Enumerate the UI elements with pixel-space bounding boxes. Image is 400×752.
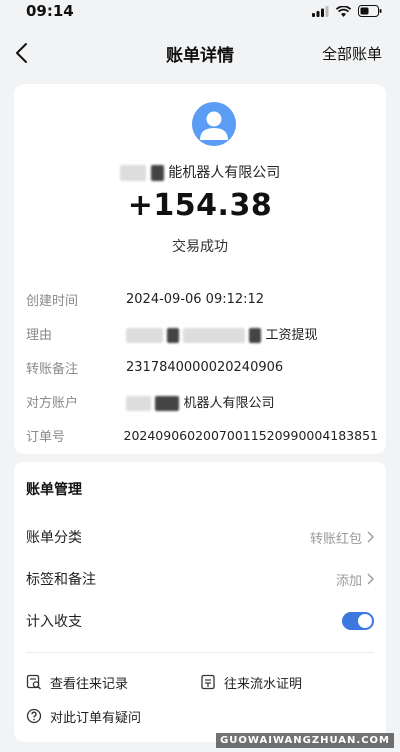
tags-notes-value-group: 添加 [336, 570, 374, 589]
detail-value-text: 机器人有限公司 [183, 395, 275, 411]
detail-value: ■■■ ■ ■■■■■ ■ 工资提现 [126, 324, 317, 343]
wifi-icon [336, 5, 351, 17]
toggle-knob [358, 614, 372, 628]
bill-category-label: 账单分类 [26, 530, 82, 546]
bill-category-row[interactable]: 账单分类 转账红包 [26, 516, 374, 558]
detail-label: 转账备注 [26, 361, 79, 377]
order-question-label: 对此订单有疑问 [50, 710, 142, 726]
status-icons [312, 5, 382, 17]
redacted-block: ■ [150, 165, 164, 181]
bill-category-value: 转账红包 [309, 531, 362, 547]
detail-label: 订单号 [26, 429, 66, 445]
redacted-block: ■ [167, 327, 180, 343]
detail-row: 理由 ■■■ ■ ■■■■■ ■ 工资提现 [26, 316, 378, 350]
order-question-link[interactable]: 对此订单有疑问 [26, 707, 141, 726]
detail-value-text: 工资提现 [265, 327, 318, 343]
income-expense-label: 计入收支 [26, 614, 82, 630]
transaction-proof-label: 往来流水证明 [224, 676, 303, 692]
view-history-label: 查看往来记录 [50, 676, 129, 692]
detail-label: 理由 [26, 327, 53, 343]
status-time: 09:14 [26, 2, 74, 20]
tags-notes-row[interactable]: 标签和备注 添加 [26, 558, 374, 600]
tags-notes-value: 添加 [335, 573, 362, 589]
section-title: 账单管理 [26, 482, 82, 498]
detail-row: 订单号 20240906020070011520990004183851 [26, 418, 378, 452]
status-bar: 09:14 [0, 0, 400, 22]
detail-list: 创建时间 2024-09-06 09:12:12 理由 ■■■ ■ ■■■■■ … [26, 282, 378, 452]
income-expense-row: 计入收支 [26, 600, 374, 642]
action-row: 对此订单有疑问 [26, 699, 374, 733]
detail-row: 对方账户 ■■ ■■ 机器人有限公司 [26, 384, 378, 418]
question-icon [26, 708, 42, 724]
income-expense-toggle[interactable] [342, 612, 374, 630]
chevron-right-icon [367, 573, 374, 585]
watermark: GUOWAIWANGZHUAN.COM [216, 733, 394, 748]
merchant-name: ■■ ■ 能机器人有限公司 [14, 162, 386, 182]
divider [26, 652, 374, 653]
detail-value[interactable]: 2317840000020240906 [126, 360, 283, 375]
nav-bar: 账单详情 全部账单 [0, 22, 400, 84]
transaction-status: 交易成功 [172, 239, 228, 255]
merchant-name-text: 能机器人有限公司 [168, 165, 281, 181]
detail-label: 创建时间 [26, 293, 79, 309]
detail-value[interactable]: 20240906020070011520990004183851 [124, 428, 379, 443]
redacted-block: ■■ [154, 395, 180, 411]
transaction-proof-link[interactable]: 往来流水证明 [200, 673, 302, 692]
detail-row: 转账备注 2317840000020240906 [26, 350, 378, 384]
tags-notes-label: 标签和备注 [26, 572, 96, 588]
back-button[interactable] [14, 39, 42, 67]
redacted-block: ■ [249, 327, 262, 343]
user-icon [200, 111, 228, 140]
all-bills-link[interactable]: 全部账单 [322, 43, 382, 64]
detail-label: 对方账户 [26, 395, 79, 411]
chevron-right-icon [367, 531, 374, 543]
action-row: 查看往来记录 往来流水证明 [26, 665, 374, 699]
receipt-icon [201, 674, 215, 690]
chevron-left-icon [16, 43, 27, 63]
detail-value: ■■ ■■ 机器人有限公司 [126, 392, 274, 411]
transaction-card: ■■ ■ 能机器人有限公司 +154.38 交易成功 创建时间 2024-09-… [14, 84, 386, 454]
battery-icon [358, 5, 382, 17]
redacted-block: ■■■■■ [183, 327, 245, 343]
view-history-link[interactable]: 查看往来记录 [26, 673, 200, 692]
search-document-icon [26, 674, 41, 690]
redacted-block: ■■ [119, 165, 147, 181]
bill-management-card: 账单管理 账单分类 转账红包 标签和备注 添加 计入收支 查看往来记录 往来流水… [14, 462, 386, 742]
bill-category-value-group: 转账红包 [310, 528, 374, 547]
signal-icon [312, 5, 329, 17]
detail-row: 创建时间 2024-09-06 09:12:12 [26, 282, 378, 316]
avatar [192, 102, 236, 146]
detail-value: 2024-09-06 09:12:12 [126, 291, 265, 307]
transaction-amount: +154.38 [127, 188, 273, 223]
redacted-block: ■■■ [126, 327, 163, 343]
redacted-block: ■■ [126, 395, 151, 411]
